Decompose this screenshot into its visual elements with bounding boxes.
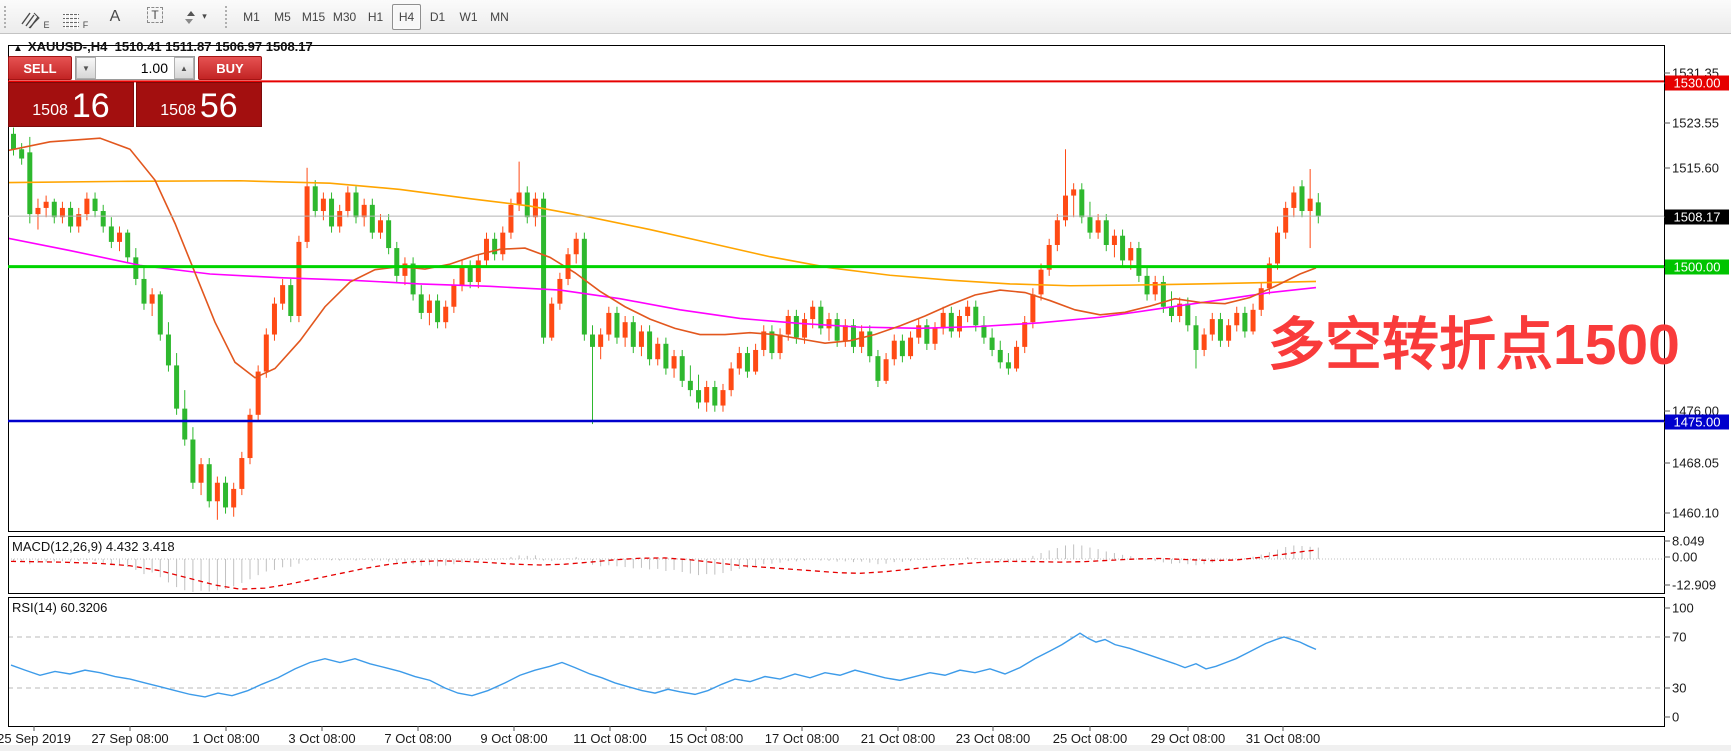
letter-t-box-icon: T — [147, 7, 162, 23]
sell-price-big: 16 — [72, 89, 110, 123]
draw-hatch-tool-button[interactable]: E — [17, 4, 53, 30]
tool-subscript: E — [43, 20, 49, 30]
date-tick-label: 25 Sep 2019 — [0, 731, 71, 746]
tf-m5-button[interactable]: M5 — [268, 4, 297, 30]
tf-m15-button[interactable]: M15 — [299, 4, 328, 30]
grid-icon — [62, 12, 82, 30]
buy-price-display[interactable]: 1508 56 — [136, 82, 262, 127]
buy-price-small: 1508 — [160, 102, 196, 120]
one-click-trading-panel: SELL ▼ ▲ BUY 1508 16 1508 56 — [8, 56, 262, 127]
rsi-tick-label: 30 — [1672, 681, 1686, 696]
date-tick-label: 11 Oct 08:00 — [573, 731, 646, 746]
macd-tick-label: -12.909 — [1672, 578, 1716, 593]
price-tick-label: 1468.05 — [1672, 456, 1719, 471]
text-label-tool-button[interactable]: A — [97, 4, 133, 30]
ohlc-header: ▲ XAUUSD-,H4 1510.41 1511.87 1506.97 1508… — [13, 39, 313, 54]
chevron-down-icon: ▾ — [202, 11, 207, 22]
price-level-badge: 1508.17 — [1665, 210, 1729, 225]
price-tick-label: 1523.55 — [1672, 116, 1719, 131]
tf-m30-button[interactable]: M30 — [330, 4, 359, 30]
date-tick-label: 7 Oct 08:00 — [384, 731, 451, 746]
tf-w1-button[interactable]: W1 — [454, 4, 483, 30]
tf-m1-button[interactable]: M1 — [237, 4, 266, 30]
date-tick-label: 9 Oct 08:00 — [480, 731, 547, 746]
rsi-indicator-label: RSI(14) 60.3206 — [12, 600, 107, 615]
date-tick-label: 21 Oct 08:00 — [861, 731, 935, 746]
toolbar-grip[interactable] — [4, 6, 11, 28]
date-tick-label: 17 Oct 08:00 — [765, 731, 839, 746]
volume-decrease-button[interactable]: ▼ — [76, 57, 96, 79]
date-tick-label: 15 Oct 08:00 — [669, 731, 743, 746]
toolbar: E F A T ▾ M1 M5 M15 M3 — [0, 0, 1731, 34]
volume-increase-button[interactable]: ▲ — [174, 57, 194, 79]
date-tick-label: 29 Oct 08:00 — [1151, 731, 1225, 746]
sell-price-small: 1508 — [32, 102, 68, 120]
price-tick-label: 1460.10 — [1672, 506, 1719, 521]
tf-d1-button[interactable]: D1 — [423, 4, 452, 30]
date-tick-label: 25 Oct 08:00 — [1053, 731, 1127, 746]
rsi-tick-label: 70 — [1672, 630, 1686, 645]
chart-window: ▲ XAUUSD-,H4 1510.41 1511.87 1506.97 1508… — [0, 34, 1731, 745]
tf-h1-button[interactable]: H1 — [361, 4, 390, 30]
letter-a-icon: A — [110, 8, 121, 26]
rsi-tick-label: 100 — [1672, 601, 1694, 616]
toolbar-grip[interactable] — [225, 6, 232, 28]
sell-price-display[interactable]: 1508 16 — [8, 82, 134, 127]
rsi-tick-label: 0 — [1672, 710, 1679, 725]
macd-tick-label: 8.049 — [1672, 534, 1705, 549]
collapse-triangle-icon[interactable]: ▲ — [13, 43, 23, 54]
date-tick-label: 1 Oct 08:00 — [192, 731, 259, 746]
tool-subscript: F — [83, 20, 89, 30]
buy-button[interactable]: BUY — [198, 56, 262, 80]
date-tick-label: 23 Oct 08:00 — [956, 731, 1030, 746]
date-tick-label: 3 Oct 08:00 — [288, 731, 355, 746]
buy-price-big: 56 — [200, 89, 238, 123]
price-level-badge: 1500.00 — [1665, 260, 1729, 275]
open-value: 1510.41 — [115, 39, 162, 54]
sell-button[interactable]: SELL — [8, 56, 72, 80]
close-value: 1508.17 — [266, 39, 313, 54]
hatch-pencil-icon — [20, 10, 42, 30]
macd-indicator-label: MACD(12,26,9) 4.432 3.418 — [12, 539, 175, 554]
macd-tick-label: 0.00 — [1672, 550, 1697, 565]
mt4-terminal: E F A T ▾ M1 M5 M15 M3 — [0, 0, 1731, 751]
chart-annotation-text: 多空转折点1500 — [1268, 316, 1680, 374]
high-value: 1511.87 — [165, 39, 211, 54]
tf-mn-button[interactable]: MN — [485, 4, 514, 30]
arrow-tools-button[interactable]: ▾ — [177, 4, 213, 30]
arrows-icon — [183, 9, 199, 25]
price-tick-label: 1515.60 — [1672, 161, 1719, 176]
grid-tool-button[interactable]: F — [57, 4, 93, 30]
candlestick-chart-canvas — [0, 34, 1731, 745]
symbol-timeframe-label: XAUUSD-,H4 — [28, 39, 107, 54]
text-box-tool-button[interactable]: T — [137, 4, 173, 30]
low-value: 1506.97 — [215, 39, 262, 54]
date-tick-label: 31 Oct 08:00 — [1246, 731, 1320, 746]
date-tick-label: 27 Sep 08:00 — [91, 731, 168, 746]
volume-input[interactable] — [96, 57, 174, 79]
tf-h4-button[interactable]: H4 — [392, 4, 421, 30]
price-level-badge: 1530.00 — [1665, 76, 1729, 91]
price-level-badge: 1475.00 — [1665, 415, 1729, 430]
